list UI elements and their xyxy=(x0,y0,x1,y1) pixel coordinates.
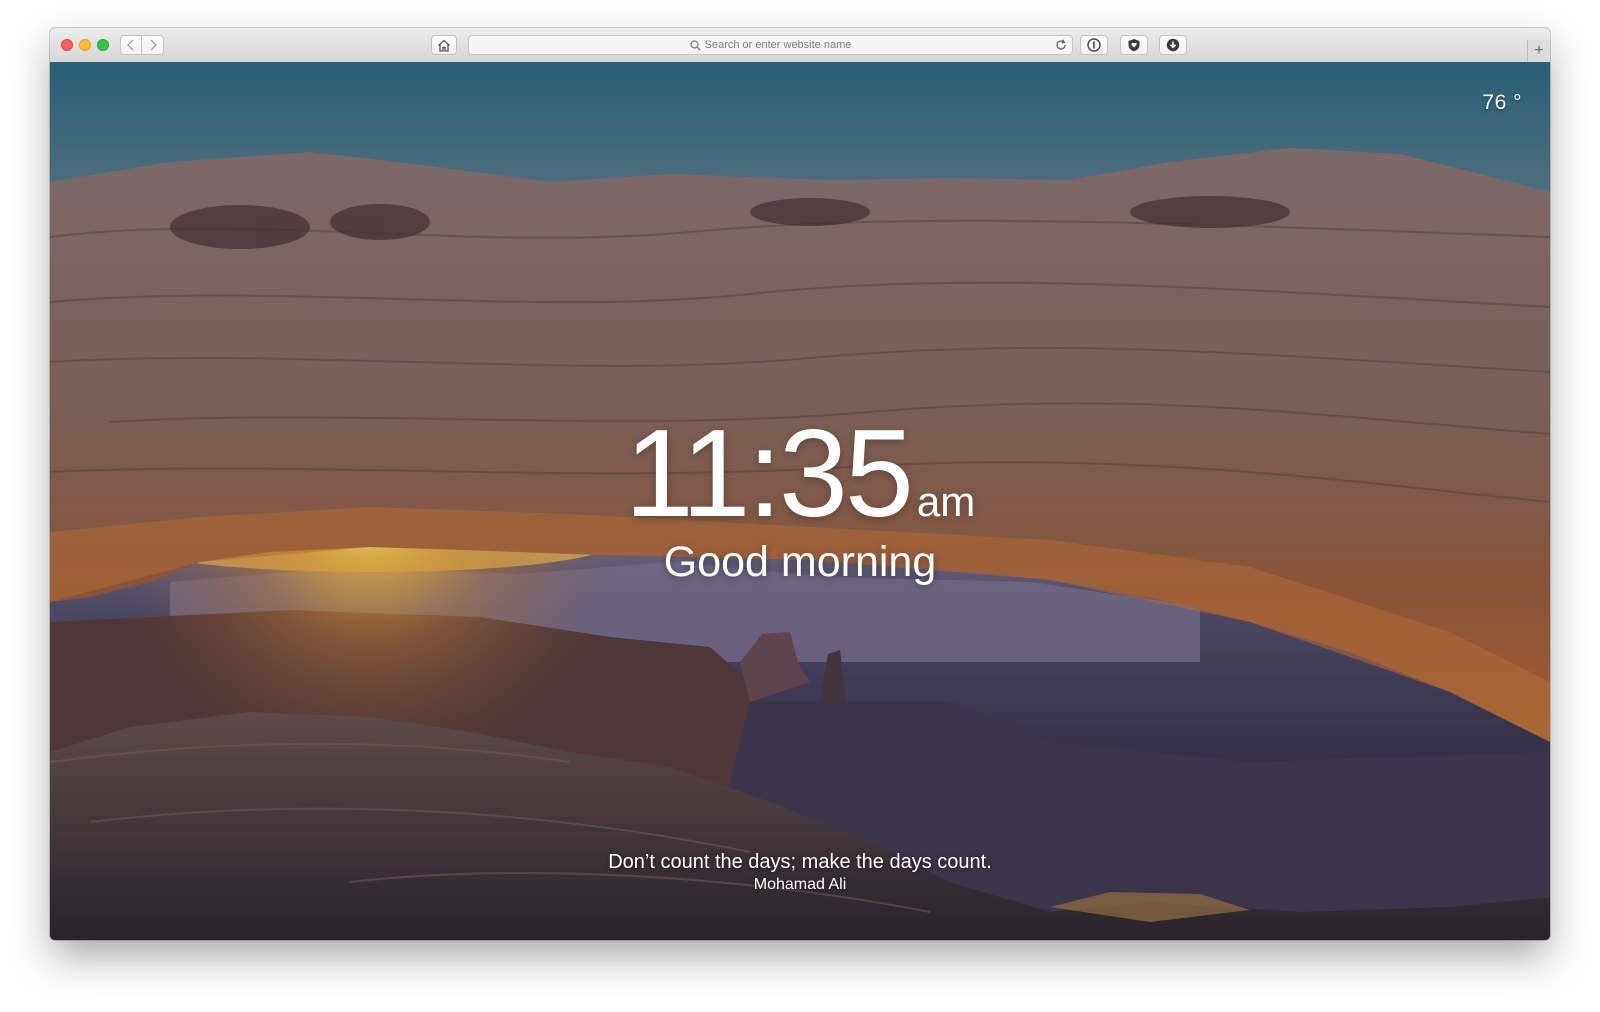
browser-window: Search or enter website name + 76 ° 11:3… xyxy=(50,28,1550,940)
home-icon xyxy=(438,39,450,52)
search-icon xyxy=(690,39,701,50)
home-button[interactable] xyxy=(431,35,457,55)
new-tab-button[interactable]: + xyxy=(1527,40,1550,62)
chevron-right-icon xyxy=(150,39,157,51)
back-button[interactable] xyxy=(120,35,142,55)
chevron-left-icon xyxy=(127,39,134,51)
address-bar[interactable]: Search or enter website name xyxy=(468,35,1073,55)
clock-period: am xyxy=(916,478,976,525)
download-extension-button[interactable] xyxy=(1159,35,1187,55)
quote-author: Mohamad Ali xyxy=(753,876,847,893)
shield-extension-button[interactable] xyxy=(1120,35,1148,55)
shield-icon xyxy=(1128,39,1140,52)
download-icon xyxy=(1166,38,1180,52)
new-tab-page: 76 ° 11:35 am Good morning Don’t count th… xyxy=(50,62,1550,940)
greeting: Good morning xyxy=(663,538,937,586)
minimize-window-button[interactable] xyxy=(79,39,91,51)
zoom-window-button[interactable] xyxy=(97,39,109,51)
reload-icon xyxy=(1056,39,1066,50)
address-placeholder: Search or enter website name xyxy=(704,39,852,51)
clock: 11:35 am xyxy=(50,412,1550,536)
clock-time: 11:35 xyxy=(624,405,914,543)
forward-button[interactable] xyxy=(142,35,164,55)
close-window-button[interactable] xyxy=(61,39,73,51)
browser-toolbar: Search or enter website name + xyxy=(50,28,1550,63)
quote-text: Don’t count the days; make the days coun… xyxy=(608,851,992,873)
reload-button[interactable] xyxy=(1054,38,1068,52)
weather-temperature[interactable]: 76 ° xyxy=(1482,91,1522,115)
info-icon xyxy=(1087,38,1101,52)
info-extension-button[interactable] xyxy=(1080,35,1108,55)
